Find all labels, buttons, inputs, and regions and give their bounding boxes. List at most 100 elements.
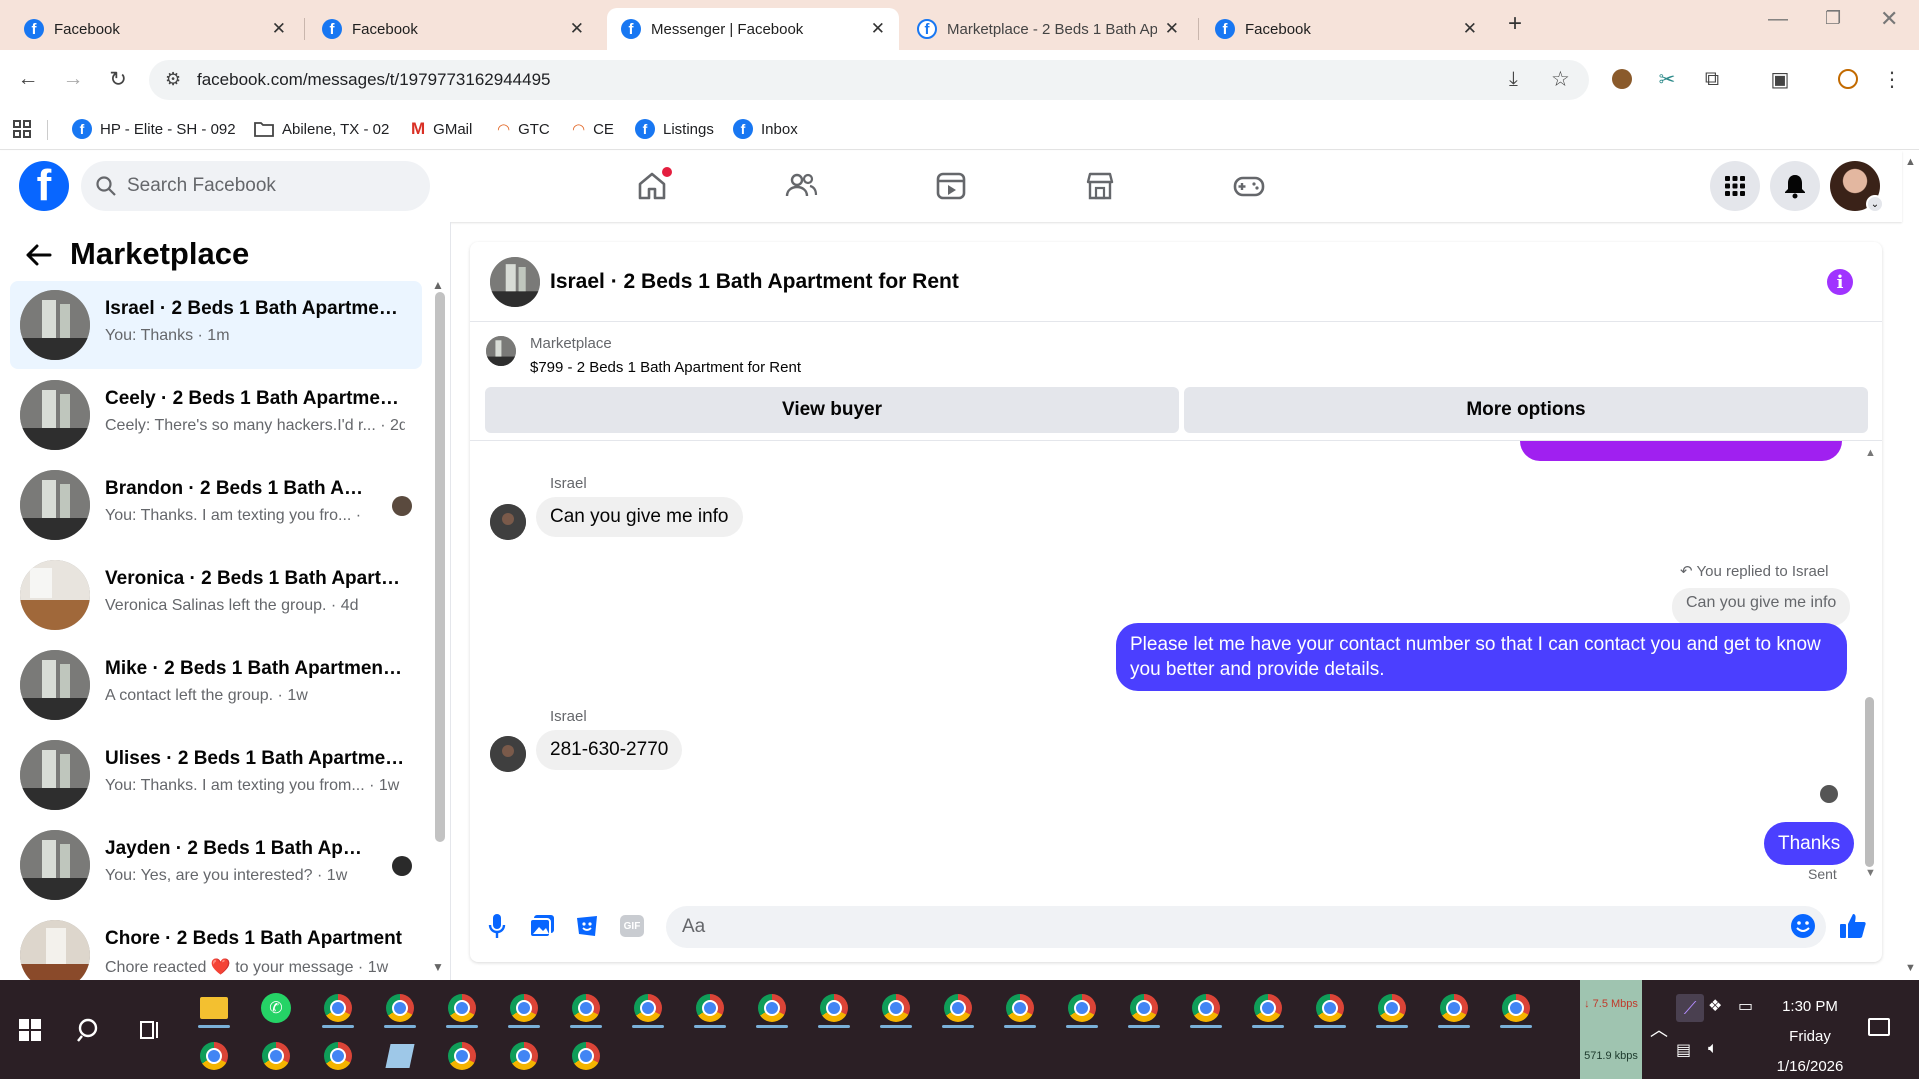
chrome-taskbar-icon[interactable] [318, 988, 358, 1028]
marketplace-icon[interactable] [1065, 161, 1135, 211]
outgoing-message[interactable]: Thanks [1764, 822, 1855, 865]
incoming-message[interactable]: Can you give me info [536, 497, 743, 537]
browser-tab-2[interactable]: f Facebook ✕ [308, 8, 598, 50]
scroll-down-icon[interactable]: ▼ [432, 960, 444, 974]
chrome-taskbar-icon[interactable] [814, 988, 854, 1028]
battery-icon[interactable]: ▭ [1738, 996, 1753, 1016]
system-clock[interactable]: 1:30 PM Friday 1/16/2026 [1760, 992, 1860, 1082]
reload-icon[interactable]: ↻ [103, 64, 133, 94]
close-window-icon[interactable]: ✕ [1880, 6, 1898, 32]
bookmark-gtc[interactable]: ◠ GTC [497, 114, 550, 144]
bookmark-star-icon[interactable]: ☆ [1551, 67, 1570, 92]
chrome-taskbar-icon[interactable] [1496, 988, 1536, 1028]
quoted-message[interactable]: Can you give me info [1672, 588, 1851, 626]
back-icon[interactable]: ← [13, 64, 43, 94]
chrome-taskbar-icon[interactable] [1124, 988, 1164, 1028]
conversation-item-brandon[interactable]: Brandon · 2 Beds 1 Bath Apart... You: Th… [10, 461, 422, 549]
dropbox-icon[interactable]: ❖ [1708, 996, 1722, 1016]
profile-icon[interactable] [1834, 65, 1862, 93]
extension-icon[interactable]: ✂ [1653, 65, 1681, 93]
chrome-taskbar-icon[interactable] [1372, 988, 1412, 1028]
extensions-puzzle-icon[interactable]: ⧉ [1698, 65, 1726, 93]
install-app-icon[interactable]: ⤓ [1509, 68, 1518, 91]
chrome-taskbar-icon[interactable] [194, 1036, 234, 1076]
conversation-item-jayden[interactable]: Jayden · 2 Beds 1 Bath Apart... You: Yes… [10, 821, 422, 909]
chat-title[interactable]: Israel · 2 Beds 1 Bath Apartment for Ren… [550, 270, 959, 294]
whatsapp-icon[interactable]: ✆ [256, 988, 296, 1028]
url-text[interactable]: facebook.com/messages/t/1979773162944495 [197, 70, 550, 90]
bookmark-hp-elite[interactable]: f HP - Elite - SH - 092 [72, 114, 236, 144]
chrome-taskbar-icon[interactable] [504, 1036, 544, 1076]
site-settings-icon[interactable]: ⚙ [165, 69, 181, 90]
close-tab-icon[interactable]: ✕ [272, 19, 286, 39]
page-scroll-down-icon[interactable]: ▼ [1905, 962, 1916, 974]
scroll-down-icon[interactable]: ▼ [1865, 867, 1876, 879]
video-icon[interactable] [916, 161, 986, 211]
bookmark-listings[interactable]: f Listings [635, 114, 714, 144]
chrome-taskbar-icon[interactable] [1248, 988, 1288, 1028]
incoming-message[interactable]: 281-630-2770 [536, 730, 683, 770]
feather-tray-icon[interactable]: ⟋ [1676, 994, 1704, 1022]
emoji-icon[interactable] [1788, 911, 1818, 941]
file-explorer-icon[interactable] [194, 988, 234, 1028]
app-taskbar-icon[interactable] [380, 1036, 420, 1076]
close-tab-icon[interactable]: ✕ [570, 19, 584, 39]
conversation-item-ceely[interactable]: Ceely · 2 Beds 1 Bath Apartment... Ceely… [10, 371, 422, 459]
notifications-bell-icon[interactable] [1770, 161, 1820, 211]
chrome-taskbar-icon[interactable] [1186, 988, 1226, 1028]
listing-title[interactable]: $799 - 2 Beds 1 Bath Apartment for Rent [530, 359, 801, 376]
menu-grid-icon[interactable] [1710, 161, 1760, 211]
message-input[interactable] [666, 906, 1826, 948]
cookie-extension-icon[interactable] [1608, 65, 1636, 93]
conversation-item-mike[interactable]: Mike · 2 Beds 1 Bath Apartment ... A con… [10, 641, 422, 729]
view-buyer-button[interactable]: View buyer [485, 387, 1179, 433]
back-arrow-icon[interactable] [22, 238, 56, 272]
search-icon[interactable] [70, 1010, 110, 1050]
chrome-taskbar-icon[interactable] [1310, 988, 1350, 1028]
chrome-taskbar-icon[interactable] [628, 988, 668, 1028]
bookmark-inbox[interactable]: f Inbox [733, 114, 798, 144]
chat-avatar[interactable] [490, 257, 540, 307]
minimize-icon[interactable]: — [1768, 8, 1788, 31]
apps-grid-icon[interactable] [12, 114, 32, 144]
chrome-taskbar-icon[interactable] [1000, 988, 1040, 1028]
chrome-taskbar-icon[interactable] [1062, 988, 1102, 1028]
info-icon[interactable]: i [1827, 269, 1853, 295]
chevron-up-icon[interactable]: ︿ [1650, 1016, 1668, 1042]
chrome-taskbar-icon[interactable] [566, 988, 606, 1028]
browser-tab-5[interactable]: f Facebook ✕ [1201, 8, 1491, 50]
home-icon[interactable] [617, 161, 687, 211]
browser-tab-3-active[interactable]: f Messenger | Facebook ✕ [607, 8, 899, 50]
notification-center-icon[interactable] [1868, 1018, 1890, 1036]
chrome-taskbar-icon[interactable] [442, 1036, 482, 1076]
new-tab-button[interactable]: + [1508, 10, 1522, 38]
chrome-taskbar-icon[interactable] [442, 988, 482, 1028]
more-options-button[interactable]: More options [1184, 387, 1868, 433]
photo-icon[interactable] [527, 911, 557, 941]
task-view-icon[interactable] [130, 1010, 170, 1050]
bookmark-gmail[interactable]: M GMail [411, 114, 472, 144]
chrome-taskbar-icon[interactable] [876, 988, 916, 1028]
chrome-taskbar-icon[interactable] [938, 988, 978, 1028]
network-icon[interactable]: ▤ [1676, 1040, 1691, 1060]
restore-icon[interactable]: ❐ [1825, 8, 1841, 29]
forward-icon[interactable]: → [58, 64, 88, 94]
menu-icon[interactable]: ⋮ [1878, 65, 1906, 93]
facebook-logo[interactable]: f [19, 161, 69, 211]
gif-icon[interactable]: GIF [617, 911, 647, 941]
browser-tab-4[interactable]: f Marketplace - 2 Beds 1 Bath Ap ✕ [903, 8, 1193, 50]
tab-search-icon[interactable]: ▣ [1766, 65, 1794, 93]
windows-start-icon[interactable] [10, 1010, 50, 1050]
microphone-icon[interactable] [482, 911, 512, 941]
chrome-taskbar-icon[interactable] [380, 988, 420, 1028]
conversation-item-veronica[interactable]: Veronica · 2 Beds 1 Bath Apartm... Veron… [10, 551, 422, 639]
conversation-item-ulises[interactable]: Ulises · 2 Beds 1 Bath Apartment... You:… [10, 731, 422, 819]
chrome-taskbar-icon[interactable] [318, 1036, 358, 1076]
chrome-taskbar-icon[interactable] [1434, 988, 1474, 1028]
close-tab-icon[interactable]: ✕ [871, 19, 885, 39]
chevron-down-icon[interactable]: ⌄ [1866, 195, 1884, 213]
outgoing-message[interactable]: Please let me have your contact number s… [1116, 623, 1847, 691]
chrome-taskbar-icon[interactable] [566, 1036, 606, 1076]
chrome-taskbar-icon[interactable] [752, 988, 792, 1028]
chrome-taskbar-icon[interactable] [504, 988, 544, 1028]
